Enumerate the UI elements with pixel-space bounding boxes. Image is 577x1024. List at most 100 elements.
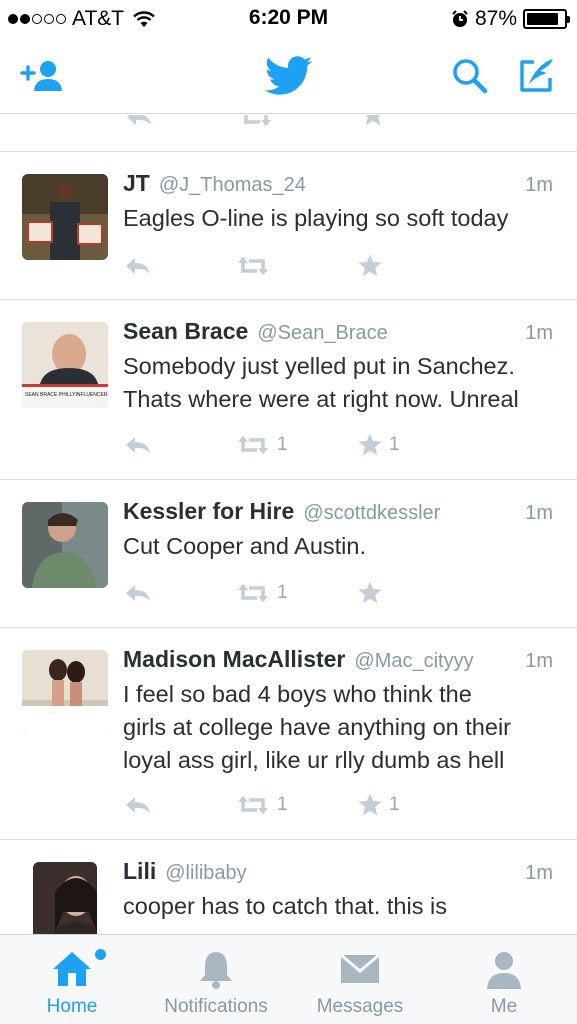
user-handle[interactable]: @scottdkessler [303, 502, 440, 525]
retweet-button[interactable] [235, 251, 277, 281]
tweet-text-line: loyal ass girl, like ur rlly dumb as hel… [123, 747, 505, 773]
tweet-timestamp: 1m [525, 322, 553, 344]
tweet-timestamp: 1m [525, 862, 553, 884]
tweet[interactable]: Lili @lilibaby 1m cooper has to catch that.… [0, 840, 577, 935]
favorite-count: 1 [389, 434, 400, 455]
timeline[interactable]: JT @J_Thomas_24 1m Eagles O-line is playing… [0, 115, 577, 935]
reply-icon[interactable] [124, 115, 154, 128]
avatar[interactable] [22, 650, 108, 736]
avatar[interactable] [33, 862, 97, 935]
tweet-timestamp: 1m [525, 650, 553, 672]
tab-me-label: Me [490, 996, 518, 1017]
reply-icon [126, 797, 150, 813]
battery-info: 87% [451, 7, 570, 31]
bottom-tab-bar: Home Notifications Messages Me [0, 934, 577, 1024]
top-nav-bar [0, 38, 577, 114]
favorite-icon[interactable] [360, 115, 386, 128]
tab-home-label: Home [46, 996, 98, 1017]
avatar[interactable]: SEAN BRACE PHILLYINFLUENCER.COM [22, 322, 108, 408]
home-icon [53, 952, 91, 986]
tweet-text-line: Cut Cooper and Austin. [123, 533, 366, 559]
tweet-header: Kessler for Hire @scottdkessler 1m [123, 498, 553, 528]
tab-home[interactable]: Home [0, 935, 144, 1024]
favorite-icon [358, 793, 382, 816]
reply-button[interactable] [123, 578, 153, 608]
tweet-text: cooper has to catch that. this is [123, 890, 557, 923]
twitter-bird-icon [264, 56, 313, 95]
avatar[interactable] [22, 502, 108, 588]
retweet-icon [238, 436, 268, 454]
tweet-actions: 11 [123, 790, 557, 820]
reply-button[interactable] [123, 790, 153, 820]
tweet-text: Somebody just yelled put in Sanchez. That… [123, 350, 557, 416]
user-handle[interactable]: @lilibaby [165, 862, 246, 885]
favorite-button[interactable]: 1 [357, 790, 400, 820]
tweet-actions: 1 [123, 578, 557, 608]
tweet[interactable]: Madison MacAllister @Mac_cityyy 1m I feel s… [0, 628, 577, 840]
user-name[interactable]: JT [123, 170, 150, 197]
battery-icon [523, 9, 570, 29]
favorite-icon [358, 581, 382, 604]
search-button[interactable] [446, 54, 494, 98]
tweet-list: JT @J_Thomas_24 1m Eagles O-line is playing… [0, 152, 577, 935]
reply-button[interactable] [123, 430, 153, 460]
tweet-text-line: Eagles O-line is playing so soft today [123, 205, 509, 231]
avatar[interactable] [22, 174, 108, 260]
retweet-button[interactable]: 1 [235, 578, 288, 608]
previous-tweet-actions [0, 115, 577, 152]
favorite-icon [358, 254, 382, 277]
tweet[interactable]: SEAN BRACE PHILLYINFLUENCER.COM Sean Brac… [0, 300, 577, 480]
tweet-text-line: Somebody just yelled put in Sanchez. [123, 353, 515, 379]
favorite-button[interactable] [357, 578, 389, 608]
tab-messages[interactable]: Messages [288, 935, 432, 1024]
retweet-icon[interactable] [238, 115, 274, 128]
tweet-text: Cut Cooper and Austin. [123, 530, 557, 563]
favorite-button[interactable] [357, 251, 389, 281]
tweet-header: Lili @lilibaby 1m [123, 858, 553, 888]
search-icon [453, 59, 488, 94]
tab-me[interactable]: Me [432, 935, 576, 1024]
tweet-actions [123, 251, 557, 281]
tweet-header: Madison MacAllister @Mac_cityyy 1m [123, 646, 553, 676]
person-icon [487, 952, 521, 989]
tweet-timestamp: 1m [525, 174, 553, 196]
battery-level [527, 13, 559, 25]
tab-notifications[interactable]: Notifications [144, 935, 288, 1024]
tweet[interactable]: Kessler for Hire @scottdkessler 1m Cut Coop… [0, 480, 577, 628]
user-name[interactable]: Kessler for Hire [123, 498, 294, 525]
user-handle[interactable]: @J_Thomas_24 [159, 174, 306, 197]
tweet-text-line: Thats where were at right now. Unreal [123, 386, 519, 412]
reply-icon [126, 258, 150, 274]
envelope-icon [340, 953, 380, 983]
user-name[interactable]: Lili [123, 858, 156, 885]
user-name[interactable]: Sean Brace [123, 318, 248, 345]
avatar-caption: SEAN BRACE PHILLYINFLUENCER.COM [25, 392, 108, 398]
add-user-button[interactable] [18, 54, 66, 98]
home-unread-dot [95, 949, 106, 960]
user-name[interactable]: Madison MacAllister [123, 646, 345, 673]
tab-messages-label: Messages [316, 996, 404, 1017]
reply-button[interactable] [123, 251, 153, 281]
tweet-text: I feel so bad 4 boys who think the girls … [123, 678, 557, 777]
compose-tweet-button[interactable] [512, 54, 560, 98]
user-handle[interactable]: @Mac_cityyy [354, 650, 473, 673]
user-handle[interactable]: @Sean_Brace [257, 322, 387, 345]
compose-icon [520, 59, 553, 92]
tweet-text-line: cooper has to catch that. this is [123, 893, 447, 919]
status-bar: AT&T 6:20 PM 87% [0, 0, 577, 38]
retweet-icon [238, 584, 268, 602]
tweet[interactable]: JT @J_Thomas_24 1m Eagles O-line is playing… [0, 152, 577, 300]
retweet-count: 1 [277, 582, 288, 603]
tweet-text-line: girls at college have anything on their [123, 714, 511, 740]
retweet-icon [238, 796, 268, 814]
tweet-text: Eagles O-line is playing so soft today [123, 202, 557, 235]
tweet-actions: 11 [123, 430, 557, 460]
reply-icon [126, 437, 150, 453]
tweet-header: Sean Brace @Sean_Brace 1m [123, 318, 553, 348]
twitter-logo [261, 54, 317, 98]
retweet-button[interactable]: 1 [235, 790, 288, 820]
tweet-header: JT @J_Thomas_24 1m [123, 170, 553, 200]
retweet-button[interactable]: 1 [235, 430, 288, 460]
tweet-timestamp: 1m [525, 502, 553, 524]
favorite-button[interactable]: 1 [357, 430, 400, 460]
